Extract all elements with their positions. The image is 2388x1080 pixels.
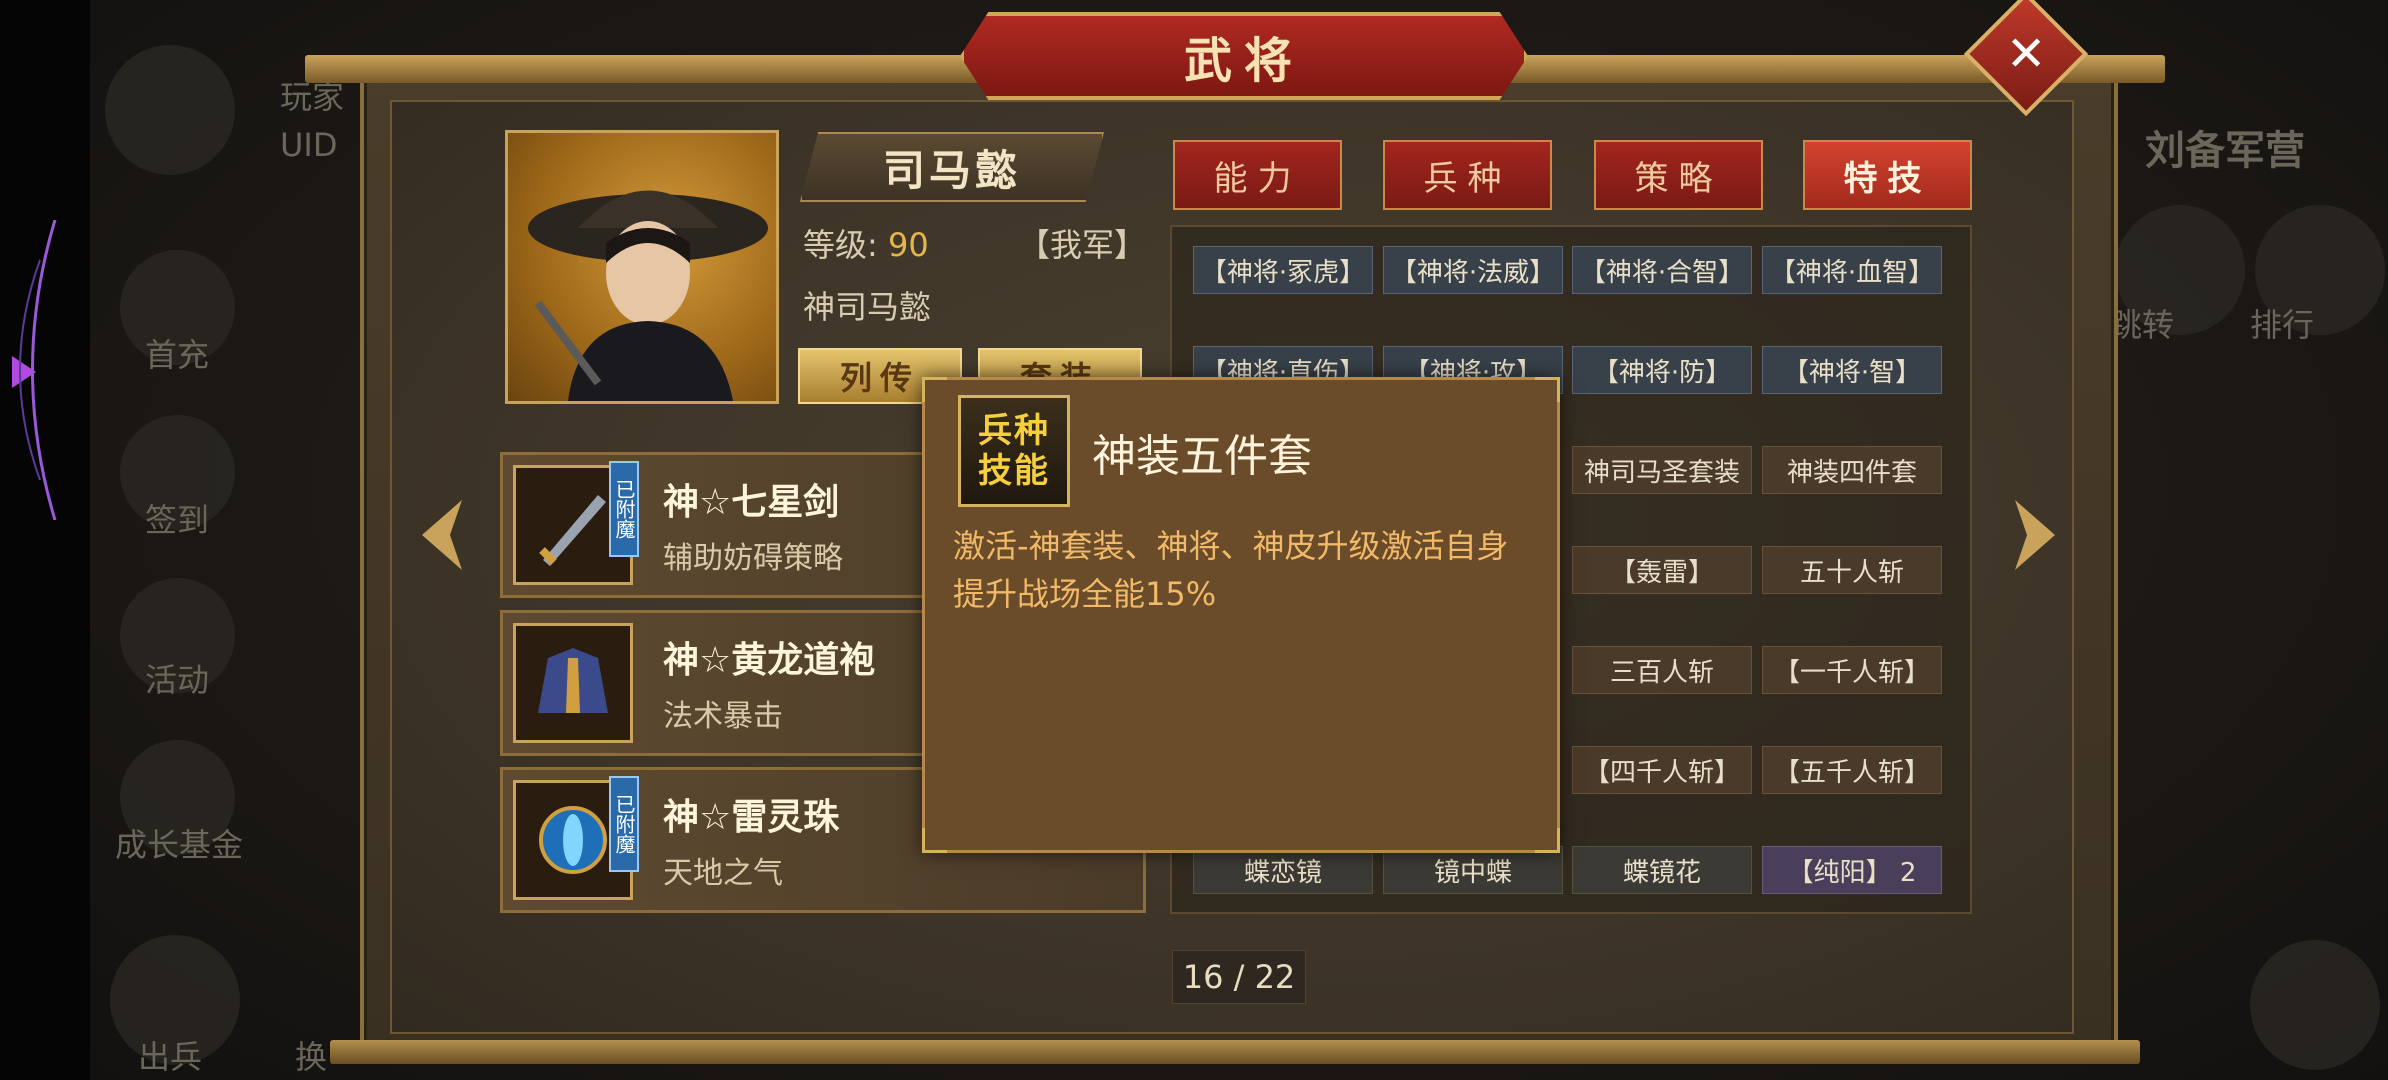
robe-icon [513,623,633,743]
tab-special-skill[interactable]: 特技 [1803,140,1972,210]
skill-item[interactable]: 【纯阳】 2 [1762,846,1942,894]
player-avatar [105,45,235,175]
skill-item[interactable]: 蝶镜花 [1572,846,1752,894]
skill-item[interactable]: 【一千人斩】 [1762,646,1942,694]
skill-item[interactable]: 镜中蝶 [1383,846,1563,894]
bg-menu-item: 出兵 [138,1038,203,1076]
skill-item[interactable]: 【轰雷】 [1572,546,1752,594]
bg-menu-icon [2250,940,2380,1070]
bg-menu-item: 成长基金 [115,826,244,864]
skill-item[interactable]: 蝶恋镜 [1193,846,1373,894]
close-icon: ✕ [2005,26,2047,82]
bg-menu-item: 活动 [145,661,210,699]
hero-title: 神司马懿 [803,288,932,326]
window-title: 武将 [1183,33,1304,89]
skill-item[interactable]: 【神将·冢虎】 [1193,246,1373,294]
tooltip-title: 神装五件套 [1092,431,1312,482]
tab-strategy[interactable]: 策略 [1594,140,1763,210]
tab-troop-type[interactable]: 兵种 [1383,140,1552,210]
skill-item[interactable]: 【神将·防】 [1572,346,1752,394]
enchant-badge: 已附魔 [609,461,639,557]
troop-skill-icon: 兵种 技能 [958,395,1070,507]
bg-menu-item: 跳转 [2110,306,2175,344]
equipment-name: 神☆雷灵珠 [663,797,840,838]
icon-text-line2: 技能 [978,451,1050,491]
bg-menu-item: 排行 [2250,306,2315,344]
skill-item[interactable]: 神司马圣套装 [1572,446,1752,494]
skill-item[interactable]: 【神将·合智】 [1572,246,1752,294]
hero-level: 等级: 90 [803,220,929,266]
corner-ornament [922,377,947,402]
corner-ornament [1535,377,1560,402]
equipment-desc: 天地之气 [663,856,783,891]
left-edge-strip [0,0,90,1080]
equipment-desc: 辅助妨碍策略 [663,541,843,576]
skill-item[interactable]: 【四千人斩】 [1572,746,1752,794]
side-glow-decoration [19,220,57,520]
icon-text-line1: 兵种 [978,411,1050,451]
skill-item[interactable]: 【神将·血智】 [1762,246,1942,294]
title-plate: 武将 [960,12,1528,100]
next-hero-arrow-icon[interactable] [2005,495,2065,575]
skill-item[interactable]: 神装四件套 [1762,446,1942,494]
bg-menu-item: 换 [295,1038,328,1076]
corner-ornament [1535,828,1560,853]
tab-ability[interactable]: 能力 [1173,140,1342,210]
bg-menu-item: 首充 [145,336,210,374]
corner-ornament [922,828,947,853]
level-value: 90 [887,226,929,264]
prev-hero-arrow-icon[interactable] [412,495,472,575]
level-label: 等级: [803,226,878,264]
enchant-badge: 已附魔 [609,776,639,872]
equipment-name: 神☆七星剑 [663,482,840,523]
skill-item[interactable]: 【神将·法威】 [1383,246,1563,294]
skill-item[interactable]: 【五千人斩】 [1762,746,1942,794]
hero-faction: 【我军】 [1018,226,1147,264]
skill-item[interactable]: 【神将·智】 [1762,346,1942,394]
equipment-name: 神☆黄龙道袍 [663,640,876,681]
page-indicator: 16 / 22 [1172,950,1306,1004]
hero-portrait [505,130,779,404]
hero-name: 司马懿 [882,145,1021,195]
equipment-desc: 法术暴击 [663,699,783,734]
bg-camp-label: 刘备军营 [2145,128,2305,174]
bg-uid-label: UID [280,126,338,164]
skill-item[interactable]: 五十人斩 [1762,546,1942,594]
panel-bottom-border [330,1040,2140,1064]
tooltip-description: 激活-神套装、神将、神皮升级激活自身提升战场全能15% [953,527,1509,613]
hero-name-plate: 司马懿 [800,132,1104,202]
skill-item[interactable]: 三百人斩 [1572,646,1752,694]
bg-menu-item: 签到 [145,501,210,539]
